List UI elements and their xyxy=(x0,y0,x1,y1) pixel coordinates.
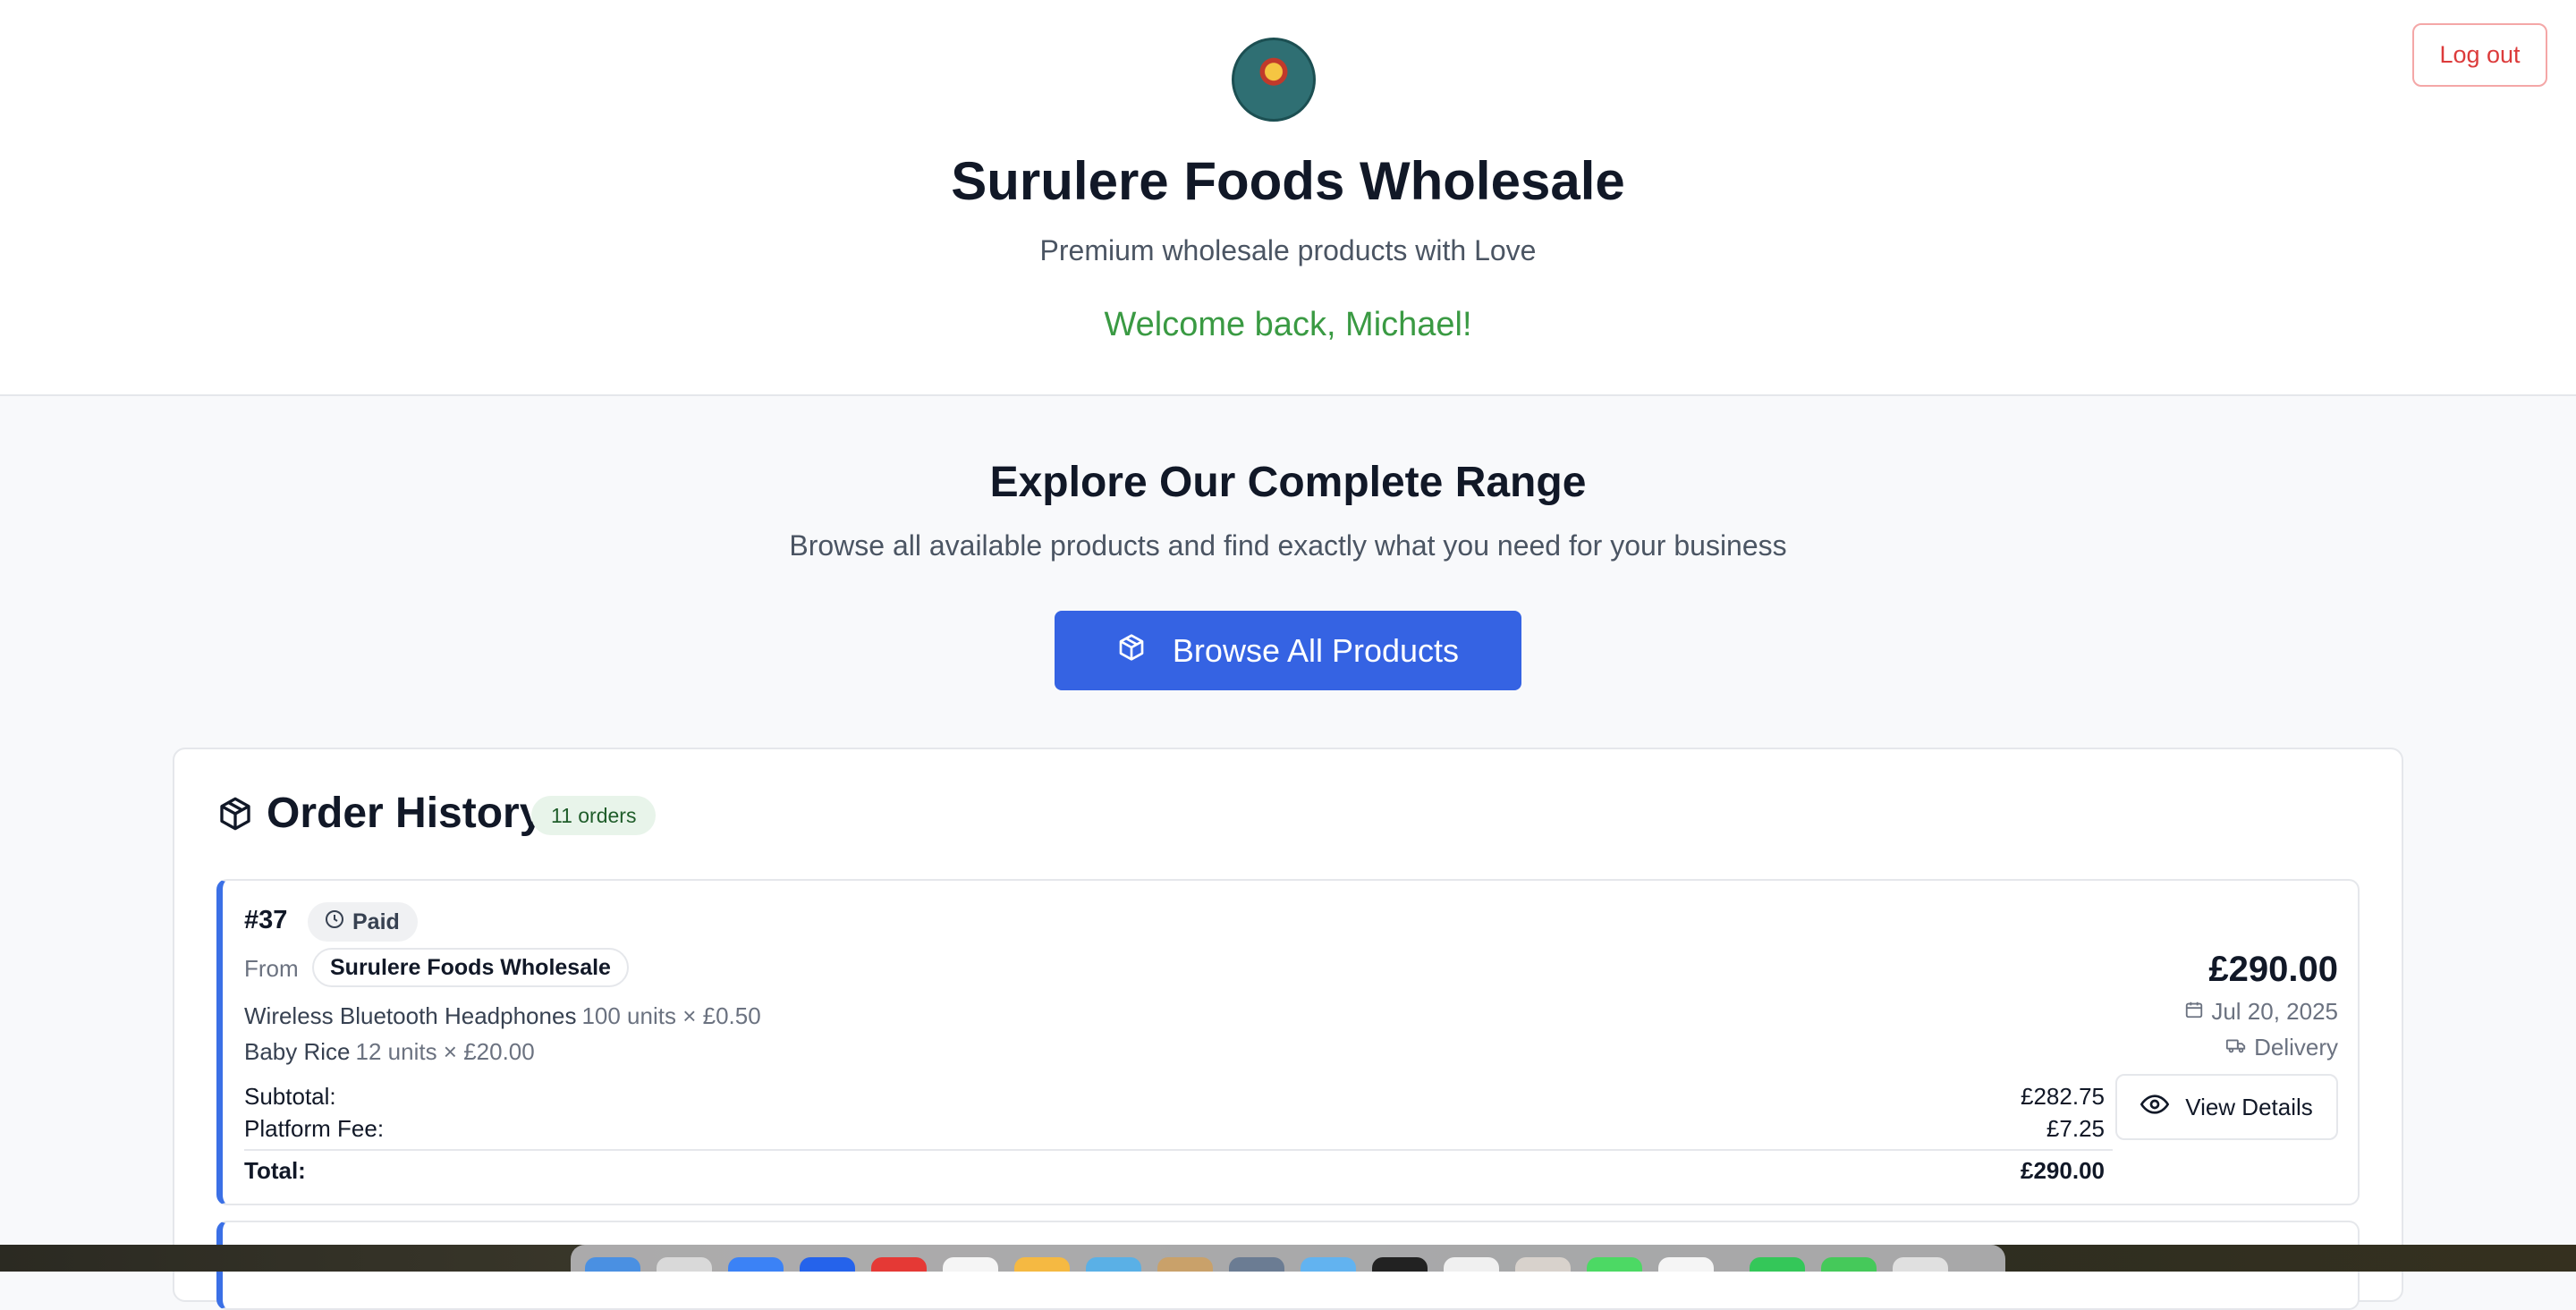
view-details-button[interactable]: View Details xyxy=(2115,1074,2338,1140)
dock-app-icon[interactable] xyxy=(800,1257,855,1272)
dock-app-icon[interactable] xyxy=(657,1257,712,1272)
total-label: Total: xyxy=(244,1157,306,1184)
store-tagline: Premium wholesale products with Love xyxy=(1039,234,1537,266)
order-total: £290.00 xyxy=(2208,950,2338,989)
package-icon xyxy=(217,796,253,832)
from-label: From xyxy=(244,955,299,982)
store-logo xyxy=(1232,38,1316,122)
dock-app-icon[interactable] xyxy=(943,1257,998,1272)
fulfillment-text: Delivery xyxy=(2254,1034,2338,1061)
clock-icon xyxy=(324,909,345,936)
explore-subtitle: Browse all available products and find e… xyxy=(789,529,1787,562)
order-card: #37 Paid From Surulere Foods Wholesale W… xyxy=(216,879,2360,1205)
dock-app-icon[interactable] xyxy=(1157,1257,1213,1272)
logout-button[interactable]: Log out xyxy=(2412,23,2547,87)
divider xyxy=(244,1149,2113,1151)
explore-title: Explore Our Complete Range xyxy=(989,459,1587,506)
item-name: Baby Rice xyxy=(244,1038,351,1065)
order-history-card: Order History 11 orders #37 Paid From Su… xyxy=(173,748,2403,1310)
welcome-message: Welcome back, Michael! xyxy=(1104,306,1472,343)
order-count-badge: 11 orders xyxy=(531,796,657,835)
view-details-label: View Details xyxy=(2185,1093,2313,1120)
dock-app-icon[interactable] xyxy=(1750,1257,1805,1272)
total-value: £290.00 xyxy=(2021,1157,2105,1184)
browse-button-label: Browse All Products xyxy=(1172,631,1460,669)
platform-fee-value: £7.25 xyxy=(2046,1115,2105,1142)
item-qty: 100 units × £0.50 xyxy=(581,1002,761,1029)
truck-icon xyxy=(2225,1034,2247,1061)
dock-app-icon[interactable] xyxy=(1372,1257,1428,1272)
order-date: Jul 20, 2025 xyxy=(2184,998,2338,1026)
item-qty: 12 units × £20.00 xyxy=(355,1038,535,1065)
fulfillment-type: Delivery xyxy=(2225,1034,2338,1061)
dock-app-icon[interactable] xyxy=(585,1257,640,1272)
list-item: Baby Rice 12 units × £20.00 xyxy=(244,1038,535,1066)
store-header: Log out Surulere Foods Wholesale Premium… xyxy=(0,0,2576,396)
subtotal-label: Subtotal: xyxy=(244,1083,336,1110)
supplier-pill: Surulere Foods Wholesale xyxy=(312,948,629,987)
dock-app-icon[interactable] xyxy=(1444,1257,1499,1272)
dock-app-icon[interactable] xyxy=(728,1257,784,1272)
calendar-icon xyxy=(2184,998,2204,1026)
order-number: #37 xyxy=(244,906,288,934)
status-badge: Paid xyxy=(308,902,418,942)
date-text: Jul 20, 2025 xyxy=(2211,998,2338,1025)
item-name: Wireless Bluetooth Headphones xyxy=(244,1002,577,1029)
dock-app-icon[interactable] xyxy=(1658,1257,1714,1272)
macos-dock xyxy=(571,1245,2005,1272)
subtotal-value: £282.75 xyxy=(2021,1083,2105,1110)
dock-app-icon[interactable] xyxy=(871,1257,927,1272)
dock-app-icon[interactable] xyxy=(1301,1257,1356,1272)
list-item: Wireless Bluetooth Headphones 100 units ×… xyxy=(244,1002,761,1030)
status-label: Paid xyxy=(352,909,400,934)
dock-app-icon[interactable] xyxy=(1014,1257,1070,1272)
dock-app-icon[interactable] xyxy=(1515,1257,1571,1272)
dock-app-icon[interactable] xyxy=(1086,1257,1141,1272)
dock-app-icon[interactable] xyxy=(1229,1257,1284,1272)
package-icon xyxy=(1117,632,1146,670)
dock-app-icon[interactable] xyxy=(1893,1257,1948,1272)
store-title: Surulere Foods Wholesale xyxy=(951,151,1625,211)
browse-all-products-button[interactable]: Browse All Products xyxy=(1055,611,1521,690)
dock-app-icon[interactable] xyxy=(1821,1257,1877,1272)
eye-icon xyxy=(2140,1090,2170,1125)
platform-fee-label: Platform Fee: xyxy=(244,1115,385,1142)
order-history-title: Order History xyxy=(267,790,544,837)
dock-app-icon[interactable] xyxy=(1587,1257,1642,1272)
